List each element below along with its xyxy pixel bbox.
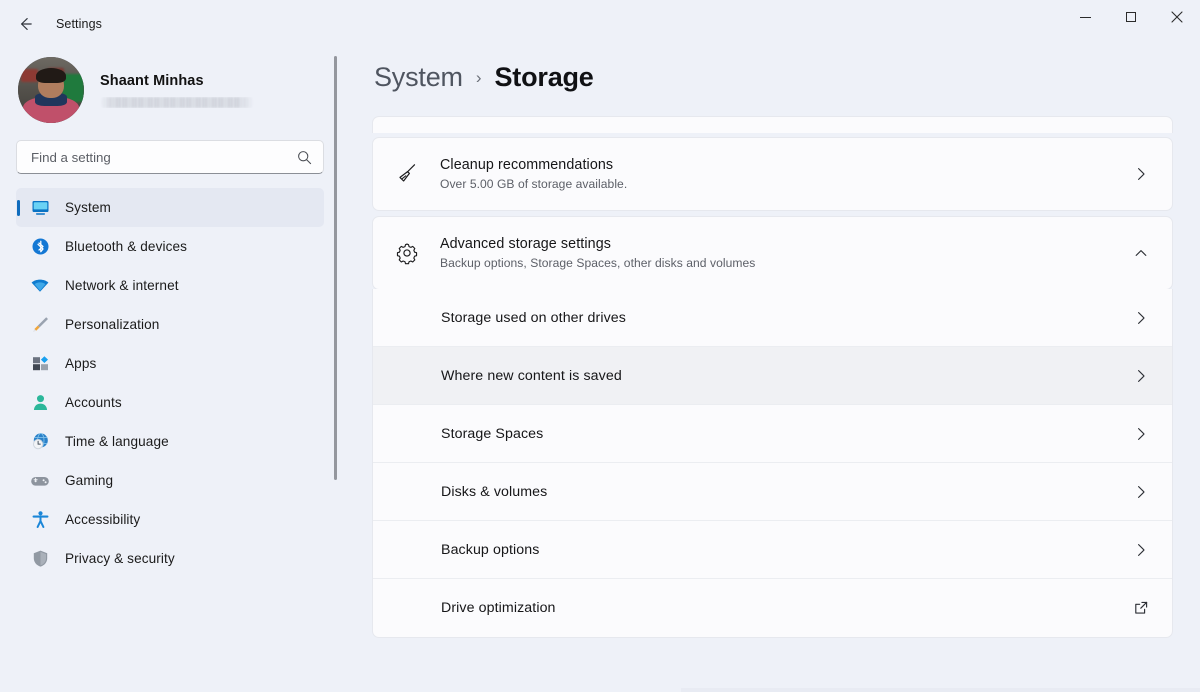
sub-item-label: Drive optimization xyxy=(441,600,556,616)
settings-window: Settings Shaant Minhas Find a setting Sy… xyxy=(0,0,1200,692)
sub-item-storage-spaces[interactable]: Storage Spaces xyxy=(373,405,1172,463)
search-icon xyxy=(296,149,313,166)
advanced-storage-settings-text: Advanced storage settings Backup options… xyxy=(440,236,1110,270)
gear-icon xyxy=(392,241,422,265)
clock-globe-icon xyxy=(30,432,50,452)
person-icon xyxy=(30,393,50,413)
sub-item-label: Disks & volumes xyxy=(441,483,548,500)
sidebar-item-label: Network & internet xyxy=(65,278,179,293)
cleanup-recommendations-title: Cleanup recommendations xyxy=(440,157,614,173)
search-box[interactable] xyxy=(16,140,324,174)
external-link-icon[interactable] xyxy=(1128,600,1154,616)
account-card[interactable]: Shaant Minhas xyxy=(16,54,336,126)
sidebar-item-network-internet[interactable]: Network & internet xyxy=(16,266,324,305)
sidebar-item-accessibility[interactable]: Accessibility xyxy=(16,500,324,539)
accessibility-icon xyxy=(30,510,50,530)
monitor-icon xyxy=(30,198,50,218)
sidebar-item-gaming[interactable]: Gaming xyxy=(16,461,324,500)
minimize-icon xyxy=(1079,16,1091,18)
shield-icon xyxy=(30,549,50,569)
sub-item-disks-and-volumes[interactable]: Disks & volumes xyxy=(373,463,1172,521)
advanced-storage-settings-row[interactable]: Advanced storage settings Backup options… xyxy=(373,217,1172,289)
chevron-right-icon[interactable] xyxy=(1128,484,1154,500)
apps-icon xyxy=(30,354,50,374)
sub-item-label: Backup options xyxy=(441,541,540,558)
sub-item-storage-used-on-other-drives[interactable]: Storage used on other drives xyxy=(373,289,1172,347)
paintbrush-icon xyxy=(30,315,50,335)
partial-card-above xyxy=(372,116,1173,133)
cleanup-recommendations-text: Cleanup recommendations Over 5.00 GB of … xyxy=(440,157,1110,191)
sidebar-item-label: Time & language xyxy=(65,434,169,449)
body-split: Shaant Minhas Find a setting System Blue… xyxy=(0,48,1200,692)
account-text: Shaant Minhas xyxy=(100,73,254,108)
maximize-icon xyxy=(1126,12,1136,22)
advanced-storage-settings-title: Advanced storage settings xyxy=(440,236,611,252)
sub-item-label: Storage Spaces xyxy=(441,425,544,442)
sidebar-item-system[interactable]: System xyxy=(16,188,324,227)
wifi-icon xyxy=(30,276,50,296)
advanced-storage-settings-group: Advanced storage settings Backup options… xyxy=(372,216,1173,638)
window-bottom-strip xyxy=(681,688,1200,692)
cleanup-recommendations-subtitle: Over 5.00 GB of storage available. xyxy=(440,177,628,191)
sidebar-item-label: Privacy & security xyxy=(65,551,175,566)
breadcrumb-parent[interactable]: System xyxy=(374,62,463,93)
account-email-redacted xyxy=(100,96,254,108)
account-name: Shaant Minhas xyxy=(100,72,204,89)
close-icon xyxy=(1171,11,1183,23)
sub-item-label: Where new content is saved xyxy=(441,367,622,384)
advanced-storage-settings-subtitle: Backup options, Storage Spaces, other di… xyxy=(440,256,756,270)
advanced-storage-sub-list: Storage used on other drives Where new c… xyxy=(372,289,1173,638)
sub-item-drive-optimization[interactable]: Drive optimization xyxy=(373,579,1172,637)
chevron-right-icon[interactable] xyxy=(1128,310,1154,326)
sidebar-item-label: Accessibility xyxy=(65,512,141,527)
cleanup-recommendations-card[interactable]: Cleanup recommendations Over 5.00 GB of … xyxy=(372,137,1173,211)
sub-item-backup-options[interactable]: Backup options xyxy=(373,521,1172,579)
sidebar-nav: System Bluetooth & devices Network & int… xyxy=(16,188,336,578)
avatar xyxy=(18,57,84,123)
sub-item-label: Storage used on other drives xyxy=(441,309,626,326)
sidebar-item-label: Bluetooth & devices xyxy=(65,239,188,254)
chevron-right-icon: › xyxy=(475,68,482,87)
maximize-button[interactable] xyxy=(1108,0,1154,34)
window-controls xyxy=(1062,0,1200,48)
sidebar-item-label: Accounts xyxy=(65,395,122,410)
sidebar-item-label: System xyxy=(65,200,111,215)
gamepad-icon xyxy=(30,471,50,491)
back-button[interactable] xyxy=(8,7,42,41)
sidebar: Shaant Minhas Find a setting System Blue… xyxy=(0,48,340,692)
sidebar-item-accounts[interactable]: Accounts xyxy=(16,383,324,422)
search-input[interactable] xyxy=(31,149,296,165)
sidebar-item-label: Gaming xyxy=(65,473,114,488)
page-title: Storage xyxy=(494,62,594,92)
cleanup-recommendations-row[interactable]: Cleanup recommendations Over 5.00 GB of … xyxy=(373,138,1172,210)
app-title: Settings xyxy=(56,17,102,31)
sidebar-item-label: Apps xyxy=(65,356,97,371)
bluetooth-icon xyxy=(30,237,50,257)
sub-item-where-new-content-is-saved[interactable]: Where new content is saved xyxy=(373,347,1172,405)
settings-list: Cleanup recommendations Over 5.00 GB of … xyxy=(372,116,1200,692)
chevron-right-icon[interactable] xyxy=(1128,166,1154,182)
chevron-right-icon[interactable] xyxy=(1128,542,1154,558)
sidebar-scrollbar[interactable] xyxy=(334,56,337,480)
title-bar: Settings xyxy=(0,0,1200,48)
sidebar-item-label: Personalization xyxy=(65,317,160,332)
chevron-up-icon[interactable] xyxy=(1128,245,1154,261)
chevron-right-icon[interactable] xyxy=(1128,426,1154,442)
breadcrumb: System › Storage xyxy=(372,48,1200,116)
minimize-button[interactable] xyxy=(1062,0,1108,34)
sidebar-item-apps[interactable]: Apps xyxy=(16,344,324,383)
back-arrow-icon xyxy=(21,18,32,30)
sidebar-item-personalization[interactable]: Personalization xyxy=(16,305,324,344)
chevron-right-icon[interactable] xyxy=(1128,368,1154,384)
close-button[interactable] xyxy=(1154,0,1200,34)
advanced-storage-settings-card[interactable]: Advanced storage settings Backup options… xyxy=(372,216,1173,290)
main-pane: System › Storage Cleanup recommendations… xyxy=(340,48,1200,692)
sidebar-item-bluetooth-devices[interactable]: Bluetooth & devices xyxy=(16,227,324,266)
broom-icon xyxy=(392,161,422,187)
sidebar-item-time-language[interactable]: Time & language xyxy=(16,422,324,461)
sidebar-item-privacy-security[interactable]: Privacy & security xyxy=(16,539,324,578)
